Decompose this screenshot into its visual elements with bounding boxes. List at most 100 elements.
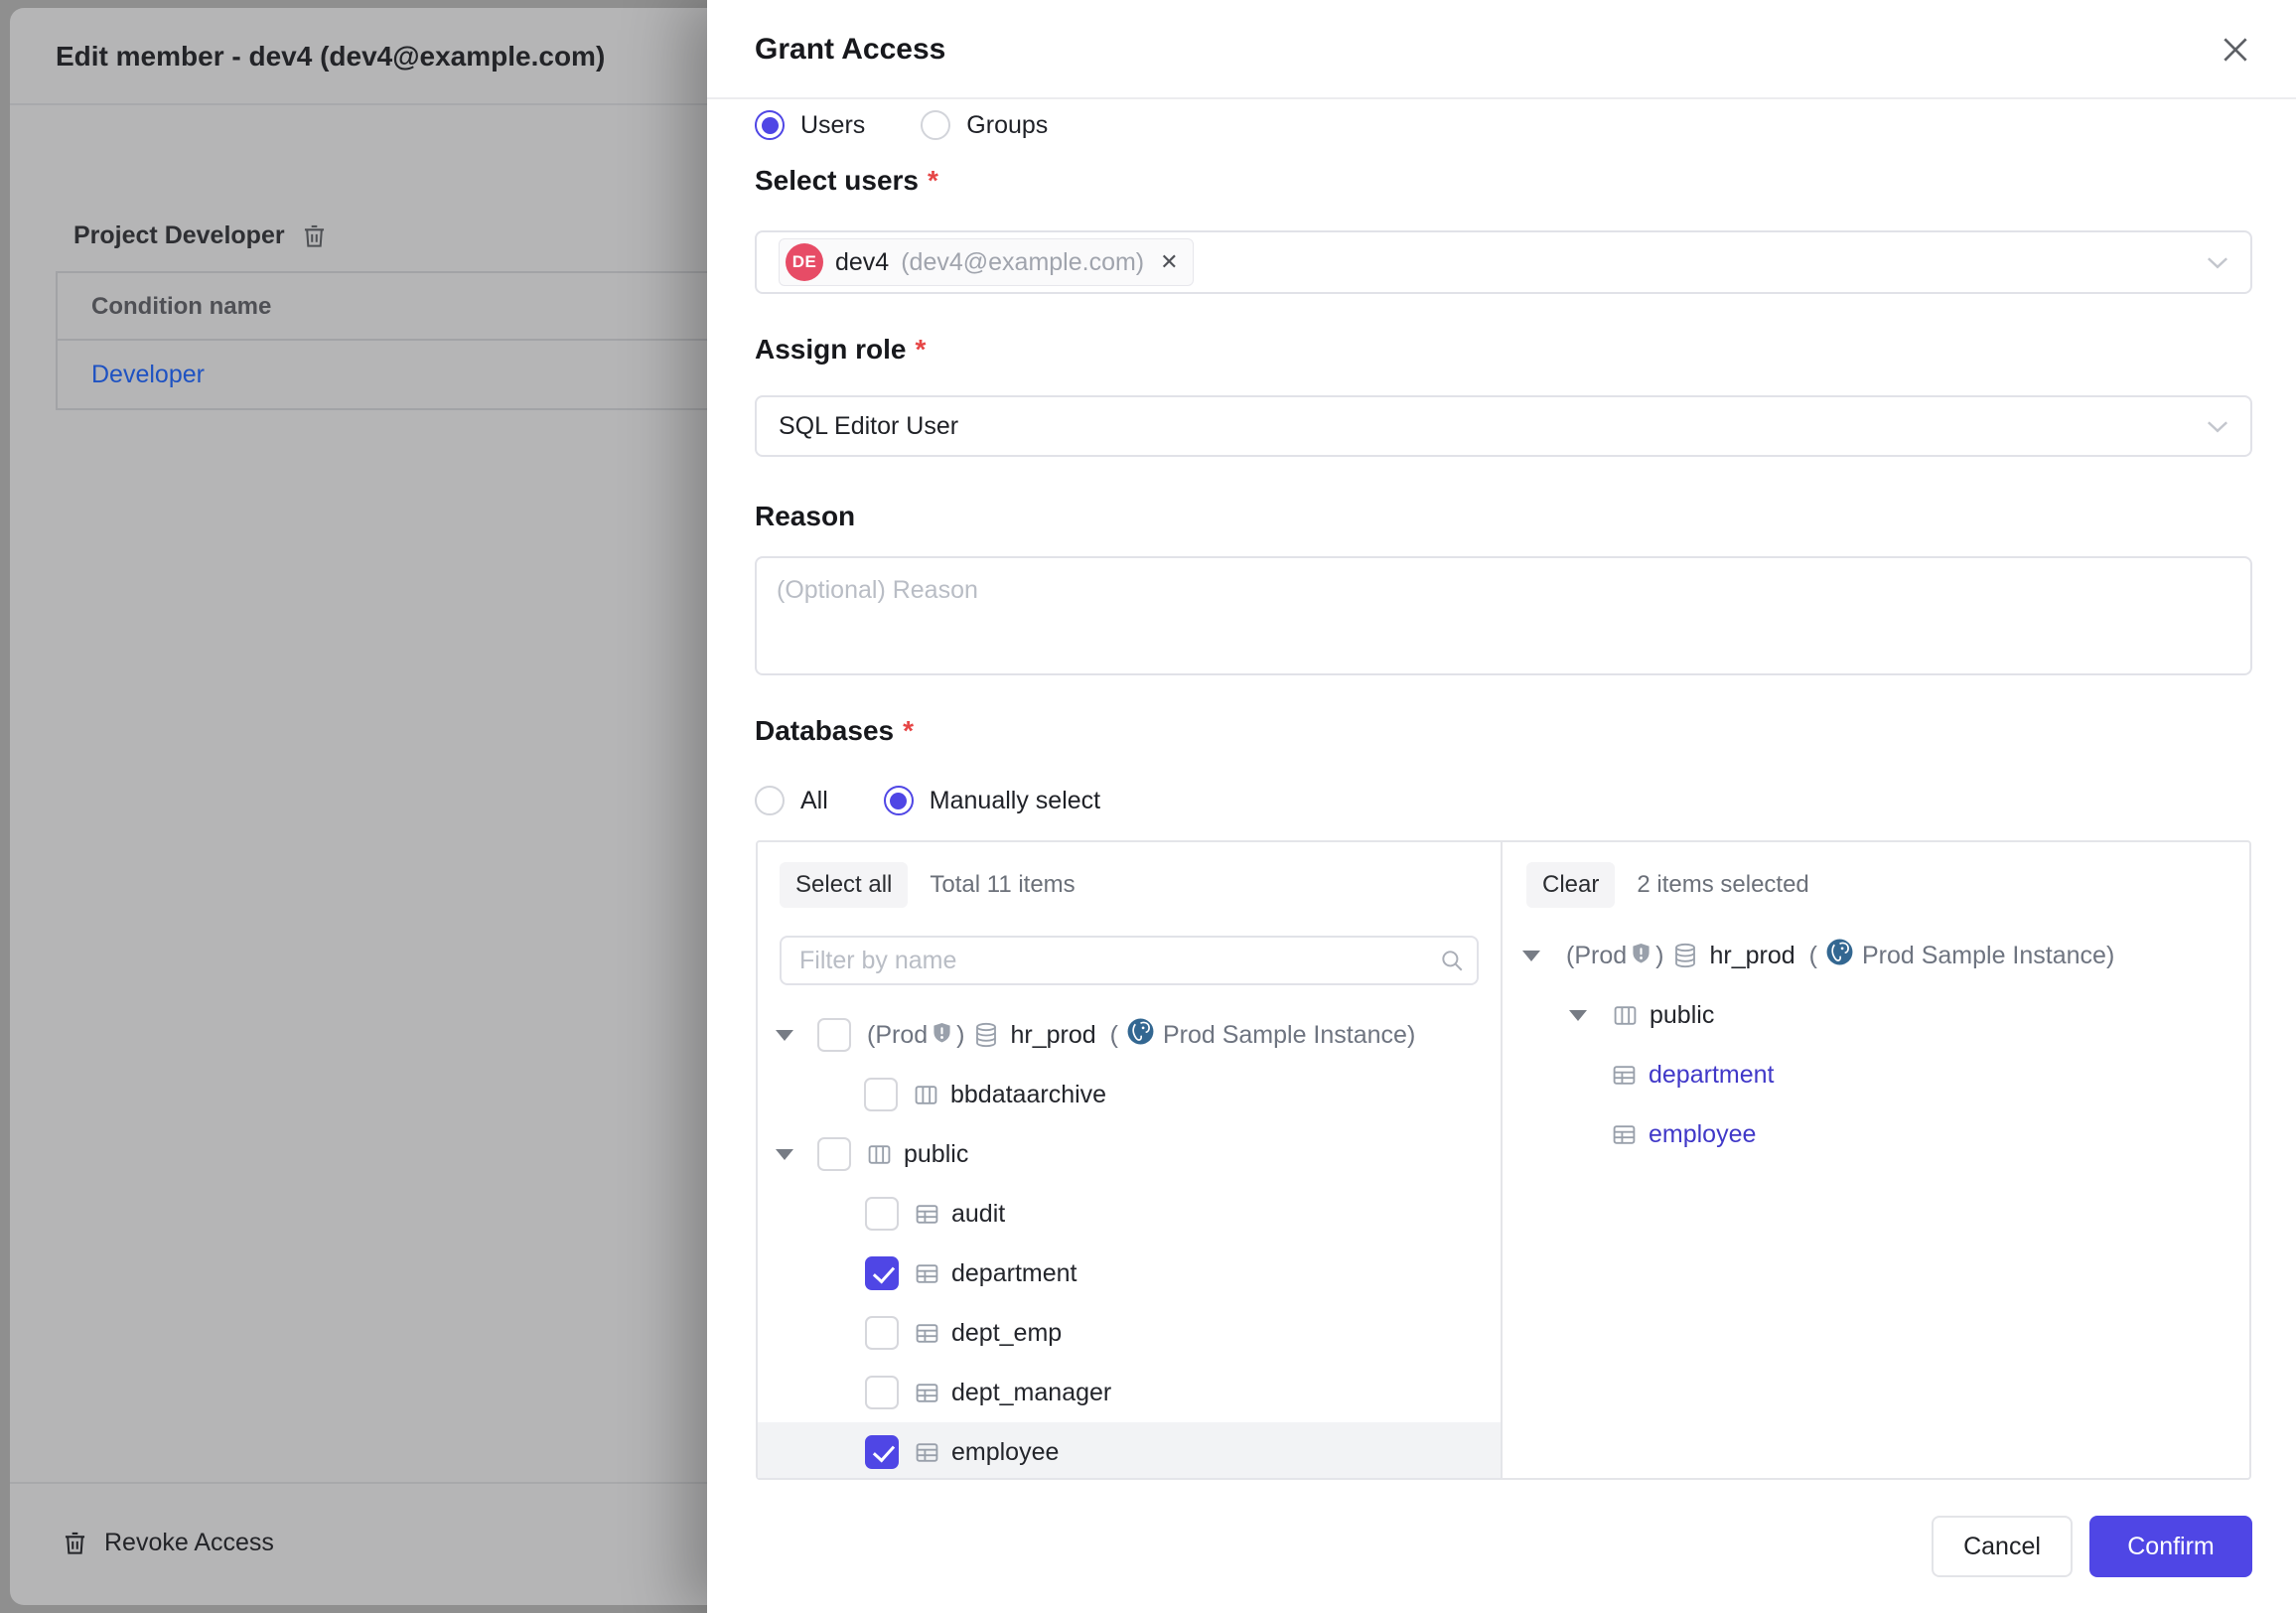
databases-radio-group: All Manually select — [755, 779, 1100, 822]
radio-manually-select-control[interactable] — [884, 786, 914, 815]
checkbox[interactable] — [817, 1018, 851, 1052]
tree-row-table[interactable]: dept_manager — [758, 1363, 1501, 1422]
role-select-value: SQL Editor User — [779, 412, 958, 441]
tree-row-table[interactable]: audit — [758, 1184, 1501, 1244]
table-icon — [915, 1321, 939, 1346]
postgresql-icon — [1825, 938, 1854, 973]
radio-manually-select[interactable]: Manually select — [884, 786, 1100, 815]
target-header: Clear 2 items selected — [1526, 862, 1809, 908]
environment-shield-icon — [933, 1021, 951, 1050]
confirm-button[interactable]: Confirm — [2089, 1516, 2252, 1577]
project-role-line: Project Developer — [73, 216, 328, 255]
transfer-source-pane: Select all Total 11 items (Prod ) — [758, 842, 1501, 1478]
tree-row-database[interactable]: (Prod ) hr_prod ( Prod Sample Instance) — [758, 1005, 1501, 1065]
revoke-access-button[interactable]: Revoke Access — [62, 1520, 274, 1565]
database-name: hr_prod — [1709, 942, 1794, 970]
table-icon — [1612, 1063, 1637, 1088]
table-icon — [1612, 1122, 1637, 1147]
radio-groups-label: Groups — [966, 111, 1048, 140]
radio-all-label: All — [800, 787, 828, 815]
user-chip-name: dev4 — [835, 248, 889, 277]
tree-row-table[interactable]: employee — [1503, 1104, 2249, 1164]
close-icon[interactable] — [2219, 33, 2252, 67]
modal-header: Grant Access — [707, 0, 2296, 99]
users-select[interactable]: DE dev4 (dev4@example.com) ✕ — [755, 230, 2252, 294]
tree-row-schema[interactable]: public — [1503, 985, 2249, 1045]
remove-user-icon[interactable]: ✕ — [1160, 249, 1178, 275]
reason-textarea[interactable] — [755, 556, 2252, 675]
project-role-title: Project Developer — [73, 221, 285, 250]
databases-label: Databases* — [755, 715, 914, 747]
radio-users-label: Users — [800, 111, 865, 140]
radio-users-control[interactable] — [755, 110, 785, 140]
radio-all-control[interactable] — [755, 786, 785, 815]
tree-row-database[interactable]: (Prod ) hr_prod ( Prod Sample Instance) — [1503, 926, 2249, 985]
database-transfer: Select all Total 11 items (Prod ) — [756, 840, 2251, 1480]
search-icon — [1439, 948, 1465, 978]
transfer-target-pane: Clear 2 items selected (Prod ) hr_prod (… — [1501, 842, 2249, 1478]
postgresql-icon — [1126, 1017, 1155, 1053]
database-icon — [974, 1022, 998, 1048]
table-icon — [915, 1381, 939, 1405]
table-icon — [915, 1202, 939, 1227]
source-header: Select all Total 11 items — [780, 862, 1076, 908]
radio-users[interactable]: Users — [755, 110, 865, 140]
filter-field — [780, 936, 1479, 985]
grant-access-modal: Grant Access Users Groups Select users* … — [707, 0, 2296, 1613]
database-icon — [1673, 943, 1697, 968]
chevron-down-icon — [2207, 420, 2228, 433]
tree-row-schema[interactable]: bbdataarchive — [758, 1065, 1501, 1124]
table-icon — [915, 1261, 939, 1286]
tree-row-table[interactable]: department — [758, 1244, 1501, 1303]
required-asterisk: * — [903, 715, 914, 746]
source-tree: (Prod ) hr_prod ( Prod Sample Instance) … — [758, 1005, 1501, 1478]
assign-role-label: Assign role* — [755, 334, 926, 366]
checkbox-checked[interactable] — [865, 1435, 899, 1469]
caret-down-icon[interactable] — [776, 1030, 793, 1041]
radio-manually-select-label: Manually select — [930, 787, 1100, 815]
checkbox[interactable] — [865, 1376, 899, 1409]
checkbox[interactable] — [865, 1316, 899, 1350]
modal-title: Grant Access — [755, 0, 945, 99]
tree-row-table[interactable]: employee — [758, 1422, 1501, 1478]
target-tree: (Prod ) hr_prod ( Prod Sample Instance) … — [1503, 926, 2249, 1478]
caret-down-icon[interactable] — [1569, 1010, 1587, 1021]
cancel-button[interactable]: Cancel — [1932, 1516, 2073, 1577]
required-asterisk: * — [915, 334, 926, 365]
role-select[interactable]: SQL Editor User — [755, 395, 2252, 457]
avatar: DE — [786, 243, 823, 281]
total-items-label: Total 11 items — [930, 871, 1075, 899]
delete-role-icon[interactable] — [301, 222, 328, 249]
member-type-radio-group: Users Groups — [755, 103, 1048, 147]
chevron-down-icon — [2207, 256, 2228, 269]
schema-icon — [867, 1142, 892, 1167]
select-all-button[interactable]: Select all — [780, 862, 908, 908]
checkbox-checked[interactable] — [865, 1256, 899, 1290]
table-icon — [915, 1440, 939, 1465]
selected-items-label: 2 items selected — [1637, 871, 1808, 899]
filter-input[interactable] — [780, 936, 1479, 985]
checkbox[interactable] — [865, 1197, 899, 1231]
select-users-label: Select users* — [755, 165, 938, 197]
clear-button[interactable]: Clear — [1526, 862, 1615, 908]
trash-icon — [62, 1530, 88, 1556]
revoke-access-label: Revoke Access — [104, 1529, 274, 1557]
radio-groups[interactable]: Groups — [921, 110, 1048, 140]
edit-member-title: Edit member - dev4 (dev4@example.com) — [56, 8, 605, 105]
tree-row-table[interactable]: department — [1503, 1045, 2249, 1104]
caret-down-icon[interactable] — [776, 1149, 793, 1160]
radio-all[interactable]: All — [755, 786, 828, 815]
schema-icon — [914, 1083, 938, 1107]
radio-groups-control[interactable] — [921, 110, 950, 140]
tree-row-table[interactable]: dept_emp — [758, 1303, 1501, 1363]
checkbox[interactable] — [864, 1078, 898, 1111]
user-chip-email: (dev4@example.com) — [901, 248, 1144, 277]
checkbox[interactable] — [817, 1137, 851, 1171]
database-name: hr_prod — [1010, 1021, 1095, 1050]
schema-icon — [1613, 1003, 1638, 1028]
required-asterisk: * — [928, 165, 938, 196]
user-chip: DE dev4 (dev4@example.com) ✕ — [779, 238, 1194, 286]
caret-down-icon[interactable] — [1522, 951, 1540, 961]
tree-row-schema[interactable]: public — [758, 1124, 1501, 1184]
condition-developer-link[interactable]: Developer — [91, 361, 205, 388]
